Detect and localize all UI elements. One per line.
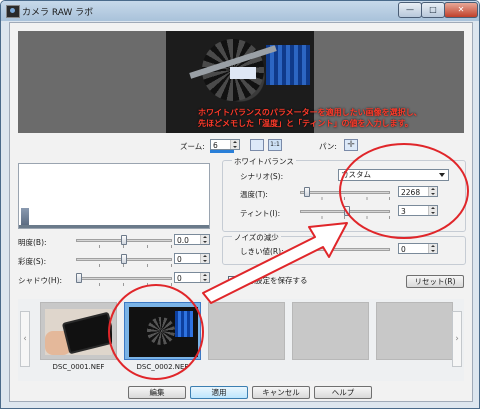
threshold-spin-arrows[interactable] (428, 244, 437, 253)
brightness-ticks (76, 245, 172, 248)
saturation-ticks (76, 264, 172, 267)
maximize-button[interactable]: □ (421, 2, 445, 18)
actual-size-button[interactable]: 1:1 (268, 139, 282, 151)
zoom-level-bar (210, 150, 234, 153)
shadow-label: シャドウ(H): (18, 276, 63, 285)
annotation-line-2: 先ほどメモした「温度」と「ティント」の値を入力します。 (198, 119, 413, 128)
minimize-button[interactable]: — (398, 2, 422, 18)
cancel-button[interactable]: キャンセル (252, 386, 310, 399)
brightness-label: 明度(B): (18, 238, 47, 247)
thumbnail-empty (376, 302, 453, 360)
help-button[interactable]: ヘルプ (314, 386, 372, 399)
chevron-right-icon[interactable]: › (452, 311, 462, 367)
saturation-value: 0 (177, 255, 182, 264)
filmstrip: ‹ DSC_0001.NEF DSC_0002.NEF › (18, 299, 464, 381)
highlight-ellipse-thumbnail (108, 284, 204, 380)
brightness-slider[interactable] (76, 235, 172, 248)
reset-button[interactable]: リセット(R) (406, 275, 464, 288)
shadow-slider[interactable] (76, 273, 172, 286)
thumbnail-dsc-0001[interactable] (40, 302, 117, 360)
highlight-ellipse-white-balance (339, 143, 469, 239)
thumbnail-empty (208, 302, 285, 360)
histogram-baseline (19, 225, 209, 228)
pan-cross-icon[interactable]: ✛ (344, 139, 358, 151)
camera-app-icon (6, 5, 20, 18)
saturation-slider[interactable] (76, 254, 172, 267)
shadow-thumb[interactable] (76, 273, 82, 283)
titlebar[interactable]: カメラ RAW ラボ — □ ✕ (1, 1, 479, 21)
brightness-value: 0.0 (177, 236, 189, 245)
window-title: カメラ RAW ラボ (22, 8, 94, 18)
zoom-value: 6 (213, 141, 218, 150)
pan-label: パン: (319, 142, 337, 151)
app-window: カメラ RAW ラボ — □ ✕ ホワイトバランスのパラメーターを適用したい画像… (0, 0, 480, 409)
apply-button[interactable]: 適用 (190, 386, 248, 399)
tablet-photo (45, 309, 112, 355)
shadow-track (76, 277, 172, 280)
annotation-line-1: ホワイトバランスのパラメーターを適用したい画像を選択し、 (198, 108, 422, 117)
scenario-label: シナリオ(S): (240, 172, 284, 181)
threshold-value: 0 (401, 245, 406, 254)
temperature-thumb[interactable] (304, 187, 311, 197)
zoom-spinner[interactable]: 6 (210, 139, 240, 150)
fit-window-button[interactable] (250, 139, 264, 151)
brightness-thumb[interactable] (121, 235, 127, 245)
shadow-value: 0 (177, 274, 182, 283)
histogram (18, 163, 210, 229)
red-arrow-icon (202, 222, 348, 304)
white-balance-heading: ホワイトバランス (232, 156, 296, 167)
threshold-field[interactable]: 0 (398, 243, 438, 254)
zoom-label: ズーム: (180, 142, 205, 151)
saturation-thumb[interactable] (121, 254, 127, 264)
chevron-left-icon[interactable]: ‹ (20, 311, 30, 367)
temperature-label: 温度(T): (240, 190, 268, 199)
saturation-label: 彩度(S): (18, 257, 47, 266)
image-preview[interactable]: ホワイトバランスのパラメーターを適用したい画像を選択し、 先ほどメモした「温度」… (18, 31, 464, 133)
edit-button[interactable]: 編集 (128, 386, 186, 399)
close-button[interactable]: ✕ (444, 2, 478, 18)
thumbnail-label: DSC_0001.NEF (52, 363, 105, 371)
tablet-device (61, 311, 112, 355)
thumbnail-empty (292, 302, 369, 360)
preview-annotation: ホワイトバランスのパラメーターを適用したい画像を選択し、 先ほどメモした「温度」… (198, 107, 460, 129)
cooler-label (230, 67, 256, 79)
zoom-spin-arrows[interactable] (230, 140, 239, 149)
histogram-peak (21, 208, 29, 226)
